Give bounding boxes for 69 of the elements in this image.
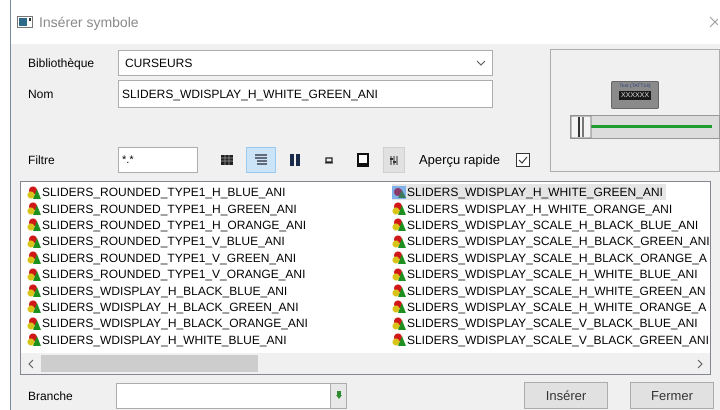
symbol-icon [392, 316, 406, 330]
symbol-item[interactable]: SLIDERS_WDISPLAY_SCALE_H_WHITE_BLUE_ANI [392, 266, 701, 282]
library-dropdown[interactable]: CURSEURS [118, 50, 493, 76]
symbol-item[interactable]: SLIDERS_ROUNDED_TYPE1_V_ORANGE_ANI [27, 266, 308, 282]
sliders-icon [390, 156, 398, 164]
symbol-item[interactable]: SLIDERS_WDISPLAY_SCALE_H_BLACK_GREEN_ANI [392, 233, 710, 250]
field-label: Filtre [27, 152, 56, 169]
symbol-icon [27, 300, 41, 314]
scroll-left-icon[interactable] [28, 358, 34, 368]
branch-field[interactable] [116, 382, 347, 408]
square-icon [356, 153, 370, 167]
symbol-item[interactable]: SLIDERS_WDISPLAY_SCALE_H_BLACK_BLUE_ANI [392, 216, 702, 234]
symbol-item[interactable]: SLIDERS_WDISPLAY_H_BLACK_ORANGE_ANI [27, 315, 311, 332]
chevron-down-icon [476, 60, 486, 66]
window-title: Insérer symbole [39, 12, 139, 32]
symbol-icon [392, 218, 406, 232]
filter-field[interactable]: *.* [118, 147, 198, 173]
branch-picker-button[interactable] [330, 384, 346, 408]
symbol-icon [392, 333, 406, 346]
list-icon [254, 153, 268, 167]
symbol-item[interactable]: SLIDERS_ROUNDED_TYPE1_V_GREEN_ANI [27, 250, 300, 266]
symbol-item[interactable]: SLIDERS_WDISPLAY_H_BLACK_BLUE_ANI [27, 282, 290, 299]
symbol-item[interactable]: SLIDERS_WDISPLAY_SCALE_H_WHITE_ORANGE_A [392, 298, 710, 316]
symbol-item[interactable]: SLIDERS_ROUNDED_TYPE1_H_GREEN_ANI [27, 200, 300, 217]
grid-icon [220, 153, 234, 167]
columns-icon [288, 153, 302, 167]
insert-button[interactable]: Insérer [524, 382, 608, 409]
symbol-item[interactable]: SLIDERS_ROUNDED_TYPE1_H_ORANGE_ANI [27, 216, 310, 234]
symbol-icon [392, 268, 406, 281]
checkbox-label: Aperçu rapide [419, 151, 500, 170]
symbol-icon [27, 202, 41, 216]
symbol-item[interactable]: SLIDERS_ROUNDED_TYPE1_V_BLUE_ANI [27, 233, 288, 250]
symbol-icon [27, 234, 41, 248]
symbol-item[interactable]: SLIDERS_ROUNDED_TYPE1_H_BLUE_ANI [27, 184, 288, 200]
symbol-item[interactable]: SLIDERS_WDISPLAY_SCALE_V_BLACK_GREEN_ANI [392, 332, 710, 348]
field-label: Nom [27, 86, 54, 103]
symbol-icon [27, 186, 41, 199]
symbol-item[interactable]: SLIDERS_WDISPLAY_H_WHITE_ORANGE_ANI [392, 200, 676, 217]
symbol-item[interactable]: SLIDERS_WDISPLAY_H_BLACK_GREEN_ANI [27, 298, 302, 316]
close-icon[interactable] [709, 16, 718, 28]
symbol-item[interactable]: SLIDERS_WDISPLAY_SCALE_H_BLACK_ORANGE_A [392, 250, 710, 266]
field-label: Bibliothèque [27, 55, 96, 72]
symbol-icon [27, 251, 41, 264]
scroll-right-icon[interactable] [697, 358, 703, 368]
symbol-icon [27, 316, 41, 330]
quick-preview-checkbox[interactable] [516, 153, 530, 167]
options-button[interactable] [383, 147, 405, 173]
symbol-item[interactable]: SLIDERS_WDISPLAY_SCALE_V_BLACK_BLUE_ANI [392, 315, 701, 332]
symbol-icon [27, 268, 41, 281]
symbol-icon [27, 284, 41, 298]
field-label: Branche [27, 388, 74, 404]
symbol-icon [27, 333, 41, 346]
window-icon [17, 15, 33, 29]
symbol-icon [392, 186, 406, 199]
name-field[interactable]: SLIDERS_WDISPLAY_H_WHITE_GREEN_ANI [118, 80, 493, 108]
symbol-item[interactable]: SLIDERS_WDISPLAY_H_WHITE_GREEN_ANI [392, 184, 666, 200]
view-mode-button[interactable] [246, 147, 276, 173]
symbol-icon [392, 202, 406, 216]
symbol-icon [392, 284, 406, 298]
arrow-down-icon [336, 391, 342, 400]
symbol-icon [27, 218, 41, 232]
symbol-item[interactable]: SLIDERS_WDISPLAY_H_WHITE_BLUE_ANI [27, 332, 290, 348]
scrollbar-thumb[interactable] [41, 355, 258, 372]
horizontal-scrollbar[interactable] [21, 353, 710, 374]
symbol-icon [392, 251, 406, 264]
symbol-icon [392, 234, 406, 248]
symbol-item[interactable]: SLIDERS_WDISPLAY_SCALE_H_WHITE_GREEN_AN [392, 282, 709, 299]
close-button[interactable]: Fermer [630, 382, 714, 409]
symbol-icon [392, 300, 406, 314]
